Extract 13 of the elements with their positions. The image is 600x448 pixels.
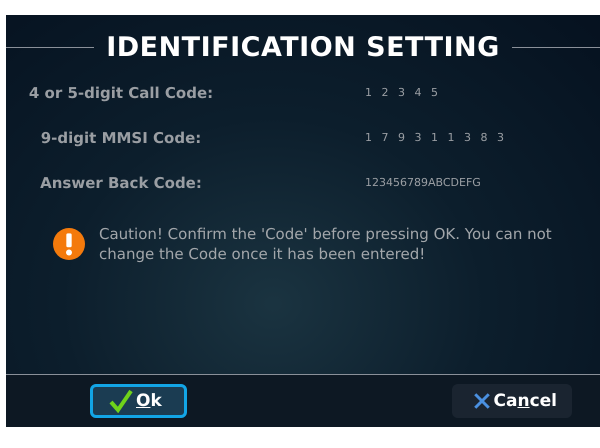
- checkmark-icon: [109, 389, 133, 413]
- field-value: 123456789ABCDEFG: [365, 176, 481, 189]
- field-label: 9-digit MMSI Code:: [40, 128, 202, 146]
- field-value: 1 2 3 4 5: [365, 86, 438, 99]
- dialog-title: IDENTIFICATION SETTING: [106, 32, 500, 62]
- warning-icon: [53, 228, 85, 260]
- caution-message: Caution! Confirm the 'Code' before pressing OK. You can not change the Code once it has been entered!: [99, 224, 553, 264]
- ok-button[interactable]: Ok: [90, 384, 187, 418]
- field-value: 1 7 9 3 1 1 3 8 3: [365, 131, 504, 144]
- field-label: 4 or 5-digit Call Code:: [28, 84, 214, 102]
- cancel-button[interactable]: Cancel: [452, 384, 572, 418]
- field-label: Answer Back Code:: [39, 174, 203, 192]
- close-icon: [472, 392, 490, 410]
